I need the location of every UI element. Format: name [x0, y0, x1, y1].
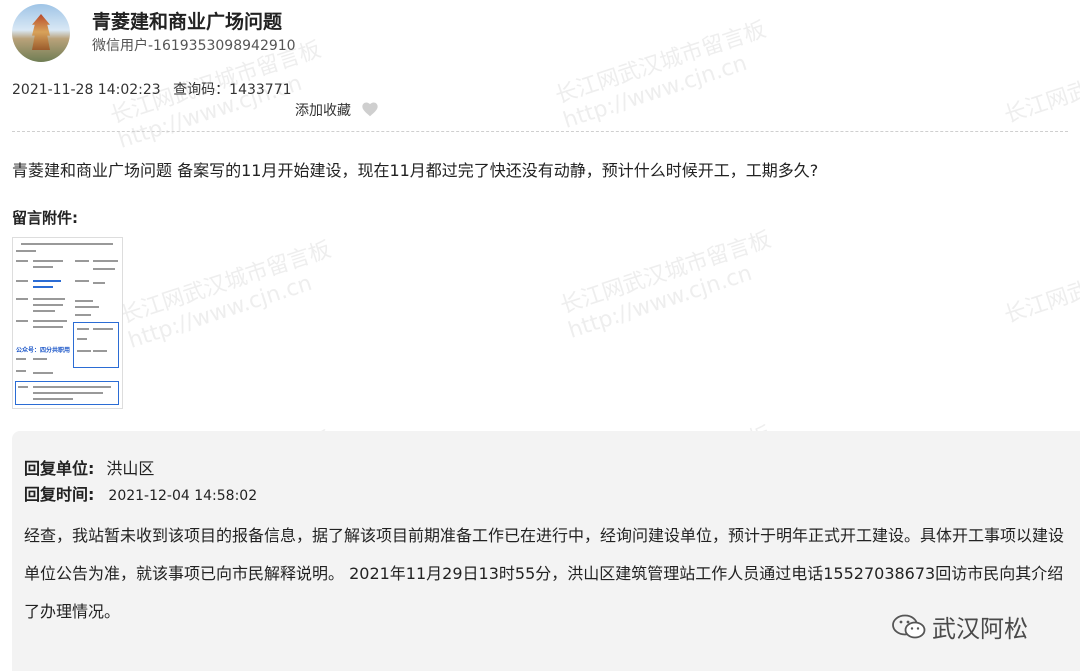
thumbnail-stamp: 公众号：四分共职用	[16, 347, 71, 354]
watermark: 长江网武汉城市留言板	[1001, 236, 1080, 329]
page-title: 青菱建和商业广场问题	[92, 11, 283, 33]
reply-time-label: 回复时间:	[24, 485, 95, 504]
add-favorite-button[interactable]: 添加收藏	[295, 100, 379, 122]
post-meta: 2021-11-28 14:02:23 查询码：1433771	[12, 79, 300, 99]
question-text: 青菱建和商业广场问题 备案写的11月开始建设，现在11月都过完了快还没有动静，预…	[12, 161, 819, 180]
brand-watermark: 武汉阿松	[892, 609, 1028, 644]
reply-unit-value: 洪山区	[106, 459, 155, 478]
add-favorite-label: 添加收藏	[295, 103, 351, 119]
watermark: 长江网武汉城市留言板	[1001, 36, 1080, 129]
watermark: 长江网武汉城市留言板http://www.cjn.cn	[117, 237, 335, 355]
query-code: 查询码：1433771	[173, 82, 292, 98]
divider	[12, 131, 1068, 132]
heart-icon	[361, 101, 379, 122]
attachment-thumbnail[interactable]: 公众号：四分共职用	[12, 237, 123, 409]
wechat-icon	[892, 614, 926, 640]
attachment-label: 留言附件:	[12, 209, 78, 227]
watermark: 长江网武汉城市留言板http://www.cjn.cn	[557, 227, 775, 345]
reply-time-value: 2021-12-04 14:58:02	[108, 488, 258, 504]
avatar[interactable]	[12, 4, 70, 62]
reply-unit: 回复单位: 洪山区	[24, 455, 154, 479]
reply-time: 回复时间: 2021-12-04 14:58:02	[24, 481, 257, 505]
watermark: 长江网武汉城市留言板http://www.cjn.cn	[552, 17, 770, 135]
author-name: 微信用户-1619353098942910	[92, 38, 296, 54]
reply-unit-label: 回复单位:	[24, 459, 95, 478]
post-datetime: 2021-11-28 14:02:23	[12, 82, 161, 98]
brand-text: 武汉阿松	[932, 615, 1028, 643]
